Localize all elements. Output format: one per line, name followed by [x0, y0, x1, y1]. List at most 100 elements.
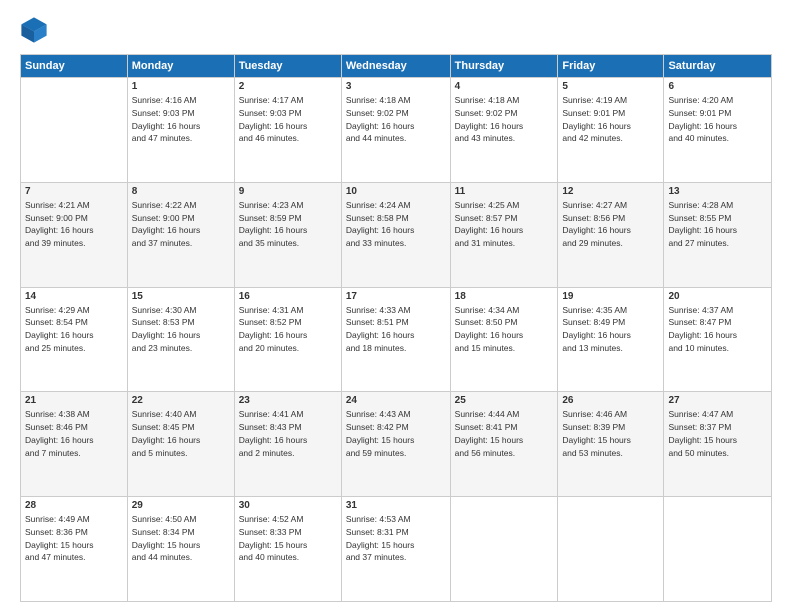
day-cell: 18Sunrise: 4:34 AM Sunset: 8:50 PM Dayli…: [450, 287, 558, 392]
day-cell: 28 Sunrise: 4:49 AM Sunset: 8:36 PM Dayli…: [21, 497, 128, 602]
day-cell: 30Sunrise: 4:52 AM Sunset: 8:33 PM Dayli…: [234, 497, 341, 602]
day-cell: 10 Sunrise: 4:24 AM Sunset: 8:58 PM Dayli…: [341, 182, 450, 287]
day-cell: 29 Sunrise: 4:50 AM Sunset: 8:34 PM Dayli…: [127, 497, 234, 602]
week-row-1: 1 Sunrise: 4:16 AM Sunset: 9:03 PM Daylig…: [21, 78, 772, 183]
calendar-table: SundayMondayTuesdayWednesdayThursdayFrid…: [20, 54, 772, 602]
logo-icon: [20, 16, 48, 44]
day-number: 21: [25, 395, 123, 406]
day-cell: [450, 497, 558, 602]
day-cell: 3 Sunrise: 4:18 AM Sunset: 9:02 PM Daylig…: [341, 78, 450, 183]
day-cell: 2Sunrise: 4:17 AM Sunset: 9:03 PM Daylig…: [234, 78, 341, 183]
day-cell: [21, 78, 128, 183]
day-cell: 24 Sunrise: 4:43 AM Sunset: 8:42 PM Dayli…: [341, 392, 450, 497]
header-cell-wednesday: Wednesday: [341, 55, 450, 78]
day-cell: 9 Sunrise: 4:23 AM Sunset: 8:59 PM Daylig…: [234, 182, 341, 287]
day-number: 8: [132, 186, 230, 197]
day-info: Sunrise: 4:50 AM Sunset: 8:34 PM Dayligh…: [132, 513, 230, 564]
day-number: 17: [346, 291, 446, 302]
day-number: 19: [562, 291, 659, 302]
header: [20, 16, 772, 44]
day-info: Sunrise: 4:28 AM Sunset: 8:55 PM Dayligh…: [668, 199, 767, 250]
day-cell: 25 Sunrise: 4:44 AM Sunset: 8:41 PM Dayli…: [450, 392, 558, 497]
day-info: Sunrise: 4:44 AM Sunset: 8:41 PM Dayligh…: [455, 408, 554, 459]
day-cell: 17 Sunrise: 4:33 AM Sunset: 8:51 PM Dayli…: [341, 287, 450, 392]
day-number: 16: [239, 291, 337, 302]
day-number: 31: [346, 500, 446, 511]
day-info: Sunrise: 4:21 AM Sunset: 9:00 PM Dayligh…: [25, 199, 123, 250]
header-cell-saturday: Saturday: [664, 55, 772, 78]
day-info: Sunrise: 4:19 AM Sunset: 9:01 PM Dayligh…: [562, 94, 659, 145]
day-info: Sunrise: 4:20 AM Sunset: 9:01 PM Dayligh…: [668, 94, 767, 145]
logo: [20, 16, 52, 44]
day-number: 3: [346, 81, 446, 92]
header-cell-friday: Friday: [558, 55, 664, 78]
week-row-3: 14 Sunrise: 4:29 AM Sunset: 8:54 PM Dayli…: [21, 287, 772, 392]
day-number: 12: [562, 186, 659, 197]
day-number: 10: [346, 186, 446, 197]
day-cell: 16 Sunrise: 4:31 AM Sunset: 8:52 PM Dayli…: [234, 287, 341, 392]
day-number: 4: [455, 81, 554, 92]
day-number: 25: [455, 395, 554, 406]
day-info: Sunrise: 4:23 AM Sunset: 8:59 PM Dayligh…: [239, 199, 337, 250]
day-info: Sunrise: 4:29 AM Sunset: 8:54 PM Dayligh…: [25, 304, 123, 355]
day-info: Sunrise: 4:18 AM Sunset: 9:02 PM Dayligh…: [346, 94, 446, 145]
day-cell: [664, 497, 772, 602]
day-number: 5: [562, 81, 659, 92]
day-cell: 6 Sunrise: 4:20 AM Sunset: 9:01 PM Daylig…: [664, 78, 772, 183]
day-info: Sunrise: 4:27 AM Sunset: 8:56 PM Dayligh…: [562, 199, 659, 250]
day-cell: 31 Sunrise: 4:53 AM Sunset: 8:31 PM Dayli…: [341, 497, 450, 602]
day-info: Sunrise: 4:24 AM Sunset: 8:58 PM Dayligh…: [346, 199, 446, 250]
day-number: 27: [668, 395, 767, 406]
day-info: Sunrise: 4:35 AM Sunset: 8:49 PM Dayligh…: [562, 304, 659, 355]
day-number: 18: [455, 291, 554, 302]
day-info: Sunrise: 4:47 AM Sunset: 8:37 PM Dayligh…: [668, 408, 767, 459]
day-info: Sunrise: 4:40 AM Sunset: 8:45 PM Dayligh…: [132, 408, 230, 459]
day-info: Sunrise: 4:38 AM Sunset: 8:46 PM Dayligh…: [25, 408, 123, 459]
day-cell: 13 Sunrise: 4:28 AM Sunset: 8:55 PM Dayli…: [664, 182, 772, 287]
header-row: SundayMondayTuesdayWednesdayThursdayFrid…: [21, 55, 772, 78]
day-number: 9: [239, 186, 337, 197]
day-cell: 14 Sunrise: 4:29 AM Sunset: 8:54 PM Dayli…: [21, 287, 128, 392]
day-number: 29: [132, 500, 230, 511]
day-number: 30: [239, 500, 337, 511]
day-cell: 1 Sunrise: 4:16 AM Sunset: 9:03 PM Daylig…: [127, 78, 234, 183]
day-info: Sunrise: 4:33 AM Sunset: 8:51 PM Dayligh…: [346, 304, 446, 355]
week-row-2: 7 Sunrise: 4:21 AM Sunset: 9:00 PM Daylig…: [21, 182, 772, 287]
day-cell: 22Sunrise: 4:40 AM Sunset: 8:45 PM Dayli…: [127, 392, 234, 497]
day-cell: 23 Sunrise: 4:41 AM Sunset: 8:43 PM Dayli…: [234, 392, 341, 497]
day-info: Sunrise: 4:46 AM Sunset: 8:39 PM Dayligh…: [562, 408, 659, 459]
day-number: 14: [25, 291, 123, 302]
day-info: Sunrise: 4:22 AM Sunset: 9:00 PM Dayligh…: [132, 199, 230, 250]
day-number: 7: [25, 186, 123, 197]
day-info: Sunrise: 4:37 AM Sunset: 8:47 PM Dayligh…: [668, 304, 767, 355]
header-cell-thursday: Thursday: [450, 55, 558, 78]
day-number: 28: [25, 500, 123, 511]
day-number: 20: [668, 291, 767, 302]
day-info: Sunrise: 4:53 AM Sunset: 8:31 PM Dayligh…: [346, 513, 446, 564]
day-number: 24: [346, 395, 446, 406]
day-cell: 20 Sunrise: 4:37 AM Sunset: 8:47 PM Dayli…: [664, 287, 772, 392]
day-cell: 8 Sunrise: 4:22 AM Sunset: 9:00 PM Daylig…: [127, 182, 234, 287]
day-info: Sunrise: 4:18 AM Sunset: 9:02 PM Dayligh…: [455, 94, 554, 145]
day-number: 26: [562, 395, 659, 406]
day-number: 15: [132, 291, 230, 302]
day-cell: [558, 497, 664, 602]
day-number: 11: [455, 186, 554, 197]
day-cell: 4 Sunrise: 4:18 AM Sunset: 9:02 PM Daylig…: [450, 78, 558, 183]
week-row-4: 21 Sunrise: 4:38 AM Sunset: 8:46 PM Dayli…: [21, 392, 772, 497]
day-info: Sunrise: 4:16 AM Sunset: 9:03 PM Dayligh…: [132, 94, 230, 145]
day-cell: 12 Sunrise: 4:27 AM Sunset: 8:56 PM Dayli…: [558, 182, 664, 287]
day-number: 13: [668, 186, 767, 197]
day-info: Sunrise: 4:25 AM Sunset: 8:57 PM Dayligh…: [455, 199, 554, 250]
day-number: 1: [132, 81, 230, 92]
day-number: 6: [668, 81, 767, 92]
day-number: 23: [239, 395, 337, 406]
day-info: Sunrise: 4:41 AM Sunset: 8:43 PM Dayligh…: [239, 408, 337, 459]
day-cell: 15Sunrise: 4:30 AM Sunset: 8:53 PM Dayli…: [127, 287, 234, 392]
header-cell-monday: Monday: [127, 55, 234, 78]
day-cell: 21 Sunrise: 4:38 AM Sunset: 8:46 PM Dayli…: [21, 392, 128, 497]
day-info: Sunrise: 4:49 AM Sunset: 8:36 PM Dayligh…: [25, 513, 123, 564]
day-cell: 27 Sunrise: 4:47 AM Sunset: 8:37 PM Dayli…: [664, 392, 772, 497]
day-info: Sunrise: 4:43 AM Sunset: 8:42 PM Dayligh…: [346, 408, 446, 459]
day-info: Sunrise: 4:31 AM Sunset: 8:52 PM Dayligh…: [239, 304, 337, 355]
